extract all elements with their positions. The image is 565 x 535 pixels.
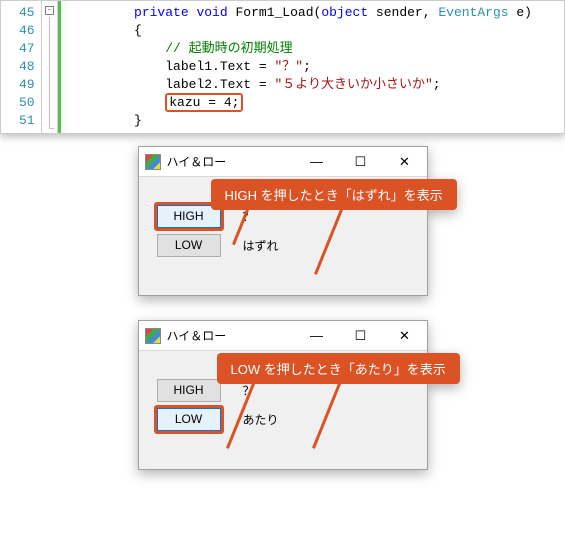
line-number: 45 xyxy=(19,4,35,22)
code-line: } xyxy=(72,113,142,128)
app-window: ハイ＆ロー — ☐ ✕ LOW を押したとき「あたり」を表示 HIGH ？ LO… xyxy=(138,320,428,470)
app-window: ハイ＆ロー — ☐ ✕ HIGH を押したとき「はずれ」を表示 HIGH ？ L… xyxy=(138,146,428,296)
fold-margin: - xyxy=(42,1,58,133)
maximize-button[interactable]: ☐ xyxy=(339,321,383,350)
app-icon xyxy=(145,328,161,344)
code-line: kazu = 4; xyxy=(72,93,244,112)
close-button[interactable]: ✕ xyxy=(383,147,427,176)
code-line: label2.Text = "５より大きいか小さいか"; xyxy=(72,77,441,92)
callout: HIGH を押したとき「はずれ」を表示 xyxy=(211,179,457,210)
close-button[interactable]: ✕ xyxy=(383,321,427,350)
fold-end xyxy=(49,128,54,129)
line-number: 47 xyxy=(19,40,35,58)
line-number: 51 xyxy=(19,112,35,130)
code-editor[interactable]: 45 46 47 48 49 50 51 - private void Form… xyxy=(0,0,565,134)
code-line: // 起動時の初期処理 xyxy=(72,41,293,56)
maximize-button[interactable]: ☐ xyxy=(339,147,383,176)
line-number: 50 xyxy=(19,94,35,112)
window-title: ハイ＆ロー xyxy=(167,327,295,344)
line-number: 49 xyxy=(19,76,35,94)
callout: LOW を押したとき「あたり」を表示 xyxy=(217,353,460,384)
minimize-button[interactable]: — xyxy=(295,147,339,176)
code-line: private void Form1_Load(object sender, E… xyxy=(72,5,532,20)
low-button[interactable]: LOW xyxy=(157,234,221,257)
minimize-button[interactable]: — xyxy=(295,321,339,350)
titlebar[interactable]: ハイ＆ロー — ☐ ✕ xyxy=(139,147,427,177)
result-label: はずれ xyxy=(243,237,279,254)
line-gutter: 45 46 47 48 49 50 51 xyxy=(1,1,42,133)
code-line: label1.Text = "？"; xyxy=(72,59,311,74)
line-number: 48 xyxy=(19,58,35,76)
fold-toggle-icon[interactable]: - xyxy=(45,6,54,15)
result-label: あたり xyxy=(243,411,279,428)
code-line: { xyxy=(72,23,142,38)
app-icon xyxy=(145,154,161,170)
low-button[interactable]: LOW xyxy=(157,408,221,431)
line-number: 46 xyxy=(19,22,35,40)
fold-line xyxy=(49,17,50,129)
titlebar[interactable]: ハイ＆ロー — ☐ ✕ xyxy=(139,321,427,351)
code-body[interactable]: private void Form1_Load(object sender, E… xyxy=(66,1,564,133)
highlighted-code: kazu = 4; xyxy=(165,93,243,112)
change-margin xyxy=(58,1,66,133)
window-title: ハイ＆ロー xyxy=(167,153,295,170)
high-button[interactable]: HIGH xyxy=(157,379,221,402)
